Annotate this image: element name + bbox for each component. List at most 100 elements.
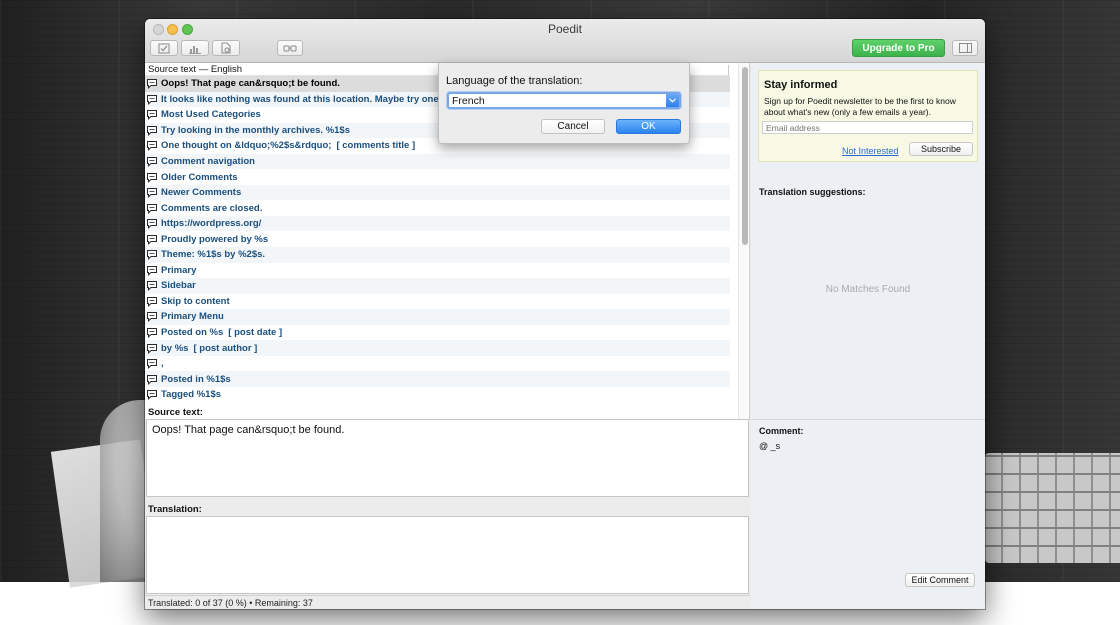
comment-label: Comment: bbox=[759, 426, 804, 436]
desktop-keyboard-decoration bbox=[985, 453, 1120, 563]
speech-bubble-icon bbox=[147, 265, 157, 276]
speech-bubble-icon bbox=[147, 125, 157, 136]
table-row[interactable]: Posted on %s [ post date ] bbox=[145, 325, 730, 341]
show-sources-button[interactable] bbox=[212, 40, 240, 56]
table-row[interactable]: Newer Comments bbox=[145, 184, 730, 201]
row-source-text: Posted in %1$s bbox=[161, 373, 231, 385]
language-dialog-label: Language of the translation: bbox=[446, 75, 583, 87]
table-row[interactable]: Primary Menu bbox=[145, 309, 730, 325]
speech-bubble-icon bbox=[147, 110, 157, 121]
row-source-text: One thought on &ldquo;%2$s&rdquo; bbox=[161, 140, 332, 152]
language-dialog: Language of the translation: Cancel OK bbox=[438, 63, 690, 144]
speech-bubble-icon bbox=[147, 343, 157, 354]
toggle-sidebar-button[interactable] bbox=[952, 40, 978, 56]
row-source-text: by %s bbox=[161, 342, 189, 354]
table-row[interactable]: Primary bbox=[145, 263, 730, 279]
list-scrollbar-thumb[interactable] bbox=[742, 67, 748, 245]
source-text-view: Oops! That page can&rsquo;t be found. bbox=[146, 419, 749, 497]
row-source-text: Older Comments bbox=[161, 171, 238, 183]
newsletter-box: Stay informed Sign up for Poedit newslet… bbox=[758, 70, 978, 162]
speech-bubble-icon bbox=[147, 359, 157, 370]
speech-bubble-icon bbox=[147, 141, 157, 152]
sources-icon bbox=[221, 42, 231, 54]
table-row[interactable]: Older Comments bbox=[145, 169, 730, 185]
status-bar: Translated: 0 of 37 (0 %) • Remaining: 3… bbox=[145, 595, 750, 609]
edit-comment-button[interactable]: Edit Comment bbox=[905, 573, 975, 587]
table-row[interactable]: by %s [ post author ] bbox=[145, 340, 730, 356]
source-text-label: Source text: bbox=[148, 407, 203, 418]
title-bar: Poedit Upgrade to Pro bbox=[145, 19, 985, 63]
row-context: [ comments title ] bbox=[336, 140, 416, 152]
table-row[interactable]: , bbox=[145, 356, 730, 372]
row-source-text: Posted on %s bbox=[161, 327, 224, 339]
table-row[interactable]: Proudly powered by %s bbox=[145, 231, 730, 247]
comment-text: @ _s bbox=[759, 441, 781, 451]
translation-suggestions-label: Translation suggestions: bbox=[759, 187, 866, 197]
row-source-text: Primary Menu bbox=[161, 311, 224, 323]
row-source-text: Skip to content bbox=[161, 295, 230, 307]
row-source-text: https://wordpress.org/ bbox=[161, 218, 262, 230]
speech-bubble-icon bbox=[147, 79, 157, 90]
row-source-text: Try looking in the monthly archives. %1$… bbox=[161, 124, 350, 136]
language-dropdown-button[interactable] bbox=[666, 94, 679, 107]
speech-bubble-icon bbox=[147, 390, 157, 401]
speech-bubble-icon bbox=[147, 328, 157, 338]
preview-icon bbox=[283, 45, 297, 52]
newsletter-title: Stay informed bbox=[764, 79, 838, 91]
row-context: [ post author ] bbox=[193, 342, 258, 354]
column-separator bbox=[728, 65, 729, 75]
translation-input[interactable] bbox=[146, 516, 749, 594]
not-interested-link[interactable]: Not Interested bbox=[842, 146, 899, 156]
sidebar: Stay informed Sign up for Poedit newslet… bbox=[751, 63, 985, 609]
table-row[interactable]: Theme: %1$s by %2$s. bbox=[145, 247, 730, 263]
table-row[interactable]: Skip to content bbox=[145, 294, 730, 310]
row-source-text: Newer Comments bbox=[161, 187, 242, 199]
language-input[interactable] bbox=[452, 94, 657, 107]
ok-button[interactable]: OK bbox=[616, 119, 681, 134]
newsletter-description: Sign up for Poedit newsletter to be the … bbox=[764, 96, 956, 117]
row-source-text: Comment navigation bbox=[161, 156, 255, 167]
row-source-text: Comments are closed. bbox=[161, 202, 263, 214]
validate-button[interactable] bbox=[150, 40, 178, 56]
table-row[interactable]: Comments are closed. bbox=[145, 200, 730, 216]
speech-bubble-icon bbox=[147, 250, 157, 261]
language-combobox[interactable] bbox=[447, 92, 681, 109]
table-row[interactable]: Posted in %1$s bbox=[145, 371, 730, 387]
speech-bubble-icon bbox=[147, 188, 157, 199]
row-source-text: Theme: %1$s by %2$s. bbox=[161, 249, 266, 261]
sidebar-divider bbox=[751, 419, 985, 420]
row-source-text: , bbox=[161, 358, 164, 370]
chevron-down-icon bbox=[669, 98, 676, 103]
speech-bubble-icon bbox=[147, 172, 157, 183]
row-source-text: Most Used Categories bbox=[161, 109, 261, 121]
upgrade-to-pro-button[interactable]: Upgrade to Pro bbox=[852, 39, 945, 57]
speech-bubble-icon bbox=[147, 219, 157, 230]
statistics-button[interactable] bbox=[181, 40, 209, 56]
window-title: Poedit bbox=[547, 22, 583, 36]
cancel-button[interactable]: Cancel bbox=[541, 119, 605, 134]
subscribe-button[interactable]: Subscribe bbox=[909, 142, 973, 156]
speech-bubble-icon bbox=[147, 312, 157, 323]
row-source-text: It looks like nothing was found at this … bbox=[161, 93, 450, 105]
speech-bubble-icon bbox=[147, 234, 157, 245]
sidebar-toggle-icon bbox=[958, 43, 972, 53]
newsletter-email-input[interactable] bbox=[762, 121, 973, 134]
row-source-text: Oops! That page can&rsquo;t be found. bbox=[161, 78, 340, 90]
no-matches-text: No Matches Found bbox=[825, 284, 911, 295]
table-row[interactable]: https://wordpress.org/ bbox=[145, 215, 730, 232]
poedit-window: Poedit Upgrade to Pro Source text — Engl… bbox=[145, 19, 985, 609]
speech-bubble-icon bbox=[147, 296, 157, 307]
preview-button[interactable] bbox=[277, 40, 303, 56]
row-source-text: Primary bbox=[161, 264, 197, 276]
table-row[interactable]: Tagged %1$s bbox=[145, 387, 730, 403]
speech-bubble-icon bbox=[147, 374, 157, 385]
speech-bubble-icon bbox=[147, 94, 157, 105]
row-source-text: Tagged %1$s bbox=[161, 389, 222, 401]
table-row[interactable]: Comment navigation bbox=[145, 153, 730, 170]
validate-icon bbox=[158, 43, 170, 53]
table-row[interactable]: Sidebar bbox=[145, 278, 730, 294]
row-source-text: Sidebar bbox=[161, 280, 196, 292]
speech-bubble-icon bbox=[147, 157, 157, 167]
row-context: [ post date ] bbox=[228, 327, 283, 339]
speech-bubble-icon bbox=[147, 281, 157, 292]
